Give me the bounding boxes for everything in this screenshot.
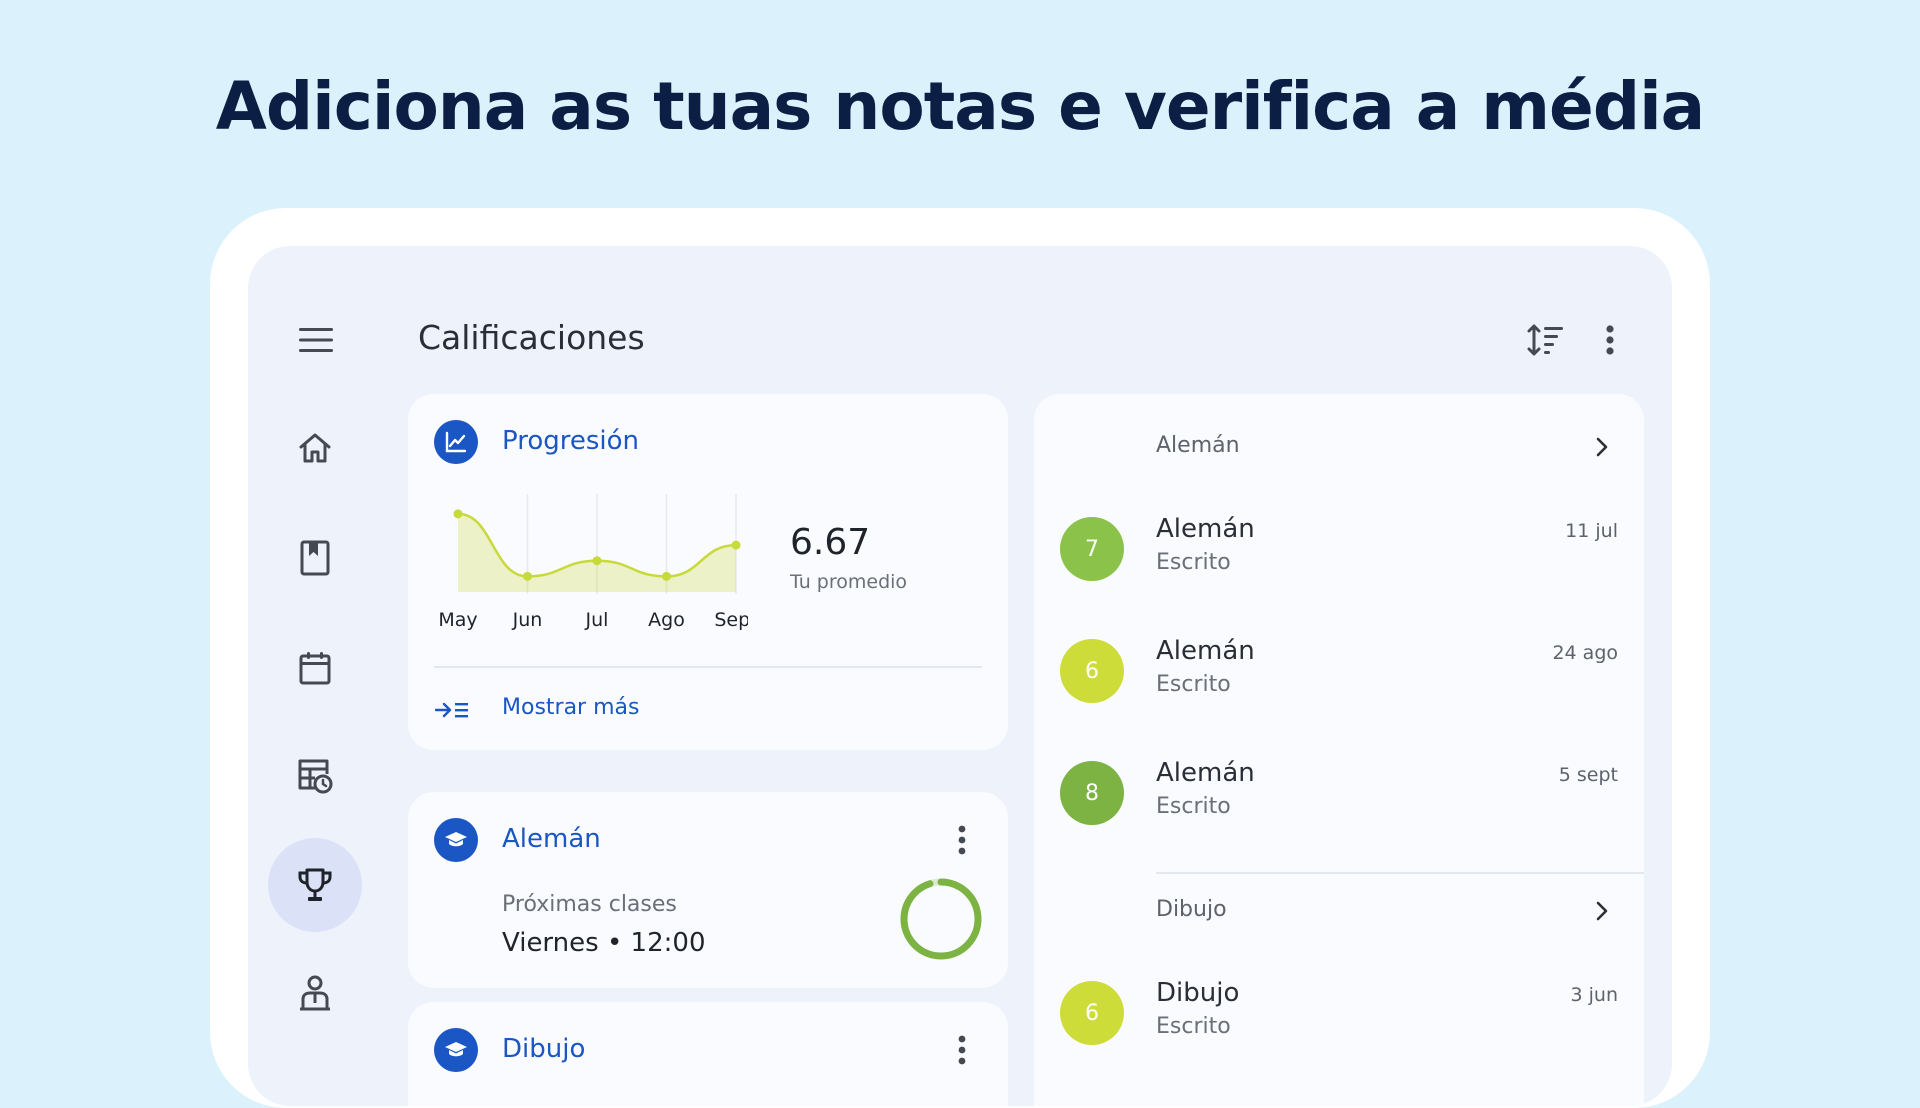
chart-x-tick-label: Sept [714, 609, 748, 631]
book-icon[interactable] [291, 534, 339, 582]
average-label: Tu promedio [790, 571, 908, 593]
subject-card-dibujo[interactable]: Dibujo [408, 1002, 1008, 1106]
more-options-icon[interactable] [952, 1032, 972, 1068]
chart-point [453, 509, 463, 519]
more-options-icon[interactable] [1598, 318, 1622, 362]
page-title: Calificaciones [418, 318, 645, 357]
grade-row[interactable]: 8 Alemán Escrito 5 sept [1034, 734, 1644, 844]
chevron-right-icon [1590, 896, 1614, 926]
graduation-cap-icon [434, 818, 478, 862]
chart-icon [434, 420, 478, 464]
grade-badge: 6 [1060, 981, 1124, 1045]
chevron-right-icon [1590, 432, 1614, 462]
grade-type: Escrito [1156, 550, 1231, 575]
grade-date: 24 ago [1552, 642, 1618, 664]
progress-card[interactable]: Progresión May Jun Jul Ago Sept 6.67 Tu prom… [408, 394, 1008, 750]
expand-list-icon[interactable] [432, 690, 472, 730]
progress-ring [900, 878, 982, 960]
show-more-link[interactable]: Mostrar más [502, 695, 639, 720]
more-options-icon[interactable] [952, 822, 972, 858]
card-divider [434, 666, 982, 668]
timetable-icon[interactable] [291, 752, 339, 800]
grade-row[interactable]: 6 Dibujo Escrito 3 jun [1034, 954, 1644, 1064]
section-label: Alemán [1156, 433, 1240, 458]
grade-subject: Alemán [1156, 514, 1255, 544]
chart-x-tick-label: Jul [585, 609, 609, 631]
headline: Adiciona as tuas notas e verifica a médi… [215, 68, 1705, 145]
chart-x-tick-label: May [438, 609, 477, 631]
chart-x-tick-label: Jun [512, 609, 543, 631]
subject-card-aleman[interactable]: Alemán Próximas clases Viernes • 12:00 [408, 792, 1008, 988]
grade-type: Escrito [1156, 672, 1231, 697]
subject-title: Dibujo [502, 1034, 586, 1064]
grade-date: 5 sept [1558, 764, 1618, 786]
grade-badge: 7 [1060, 517, 1124, 581]
average-value: 6.67 [790, 522, 871, 563]
section-header-aleman[interactable]: Alemán [1034, 414, 1644, 480]
next-classes-value: Viernes • 12:00 [502, 928, 706, 958]
grade-date: 3 jun [1570, 984, 1619, 1006]
grade-badge: 6 [1060, 639, 1124, 703]
grade-date: 11 jul [1565, 520, 1618, 542]
chart-point [662, 571, 671, 581]
progress-title: Progresión [502, 426, 640, 456]
home-icon[interactable] [291, 424, 339, 472]
next-classes-label: Próximas clases [502, 892, 677, 917]
chart-point [731, 540, 741, 550]
trophy-icon[interactable] [291, 861, 339, 909]
chart-point [523, 571, 532, 581]
grade-row[interactable]: 7 Alemán Escrito 11 jul [1034, 490, 1644, 600]
grade-row[interactable]: 6 Alemán Escrito 24 ago [1034, 612, 1644, 722]
grades-list-panel: Alemán 7 Alemán Escrito 11 jul 6 Alemán … [1034, 394, 1644, 1106]
grade-subject: Alemán [1156, 636, 1255, 666]
grade-type: Escrito [1156, 794, 1231, 819]
section-divider [1156, 872, 1644, 874]
app-screen: Calificaciones Progresión May Jun Jul Ago Se… [248, 246, 1672, 1106]
grade-subject: Dibujo [1156, 978, 1240, 1008]
grade-badge: 8 [1060, 761, 1124, 825]
subject-title: Alemán [502, 824, 601, 854]
calendar-icon[interactable] [291, 644, 339, 692]
section-header-dibujo[interactable]: Dibujo [1034, 878, 1644, 944]
grade-type: Escrito [1156, 1014, 1231, 1039]
progress-chart: May Jun Jul Ago Sept [438, 494, 748, 631]
sort-icon[interactable] [1524, 318, 1568, 362]
menu-icon[interactable] [294, 318, 338, 362]
graduation-cap-icon [434, 1028, 478, 1072]
grade-subject: Alemán [1156, 758, 1255, 788]
section-label: Dibujo [1156, 897, 1227, 922]
teacher-icon[interactable] [291, 969, 339, 1017]
chart-point [592, 556, 602, 566]
chart-x-tick-label: Ago [648, 609, 685, 631]
